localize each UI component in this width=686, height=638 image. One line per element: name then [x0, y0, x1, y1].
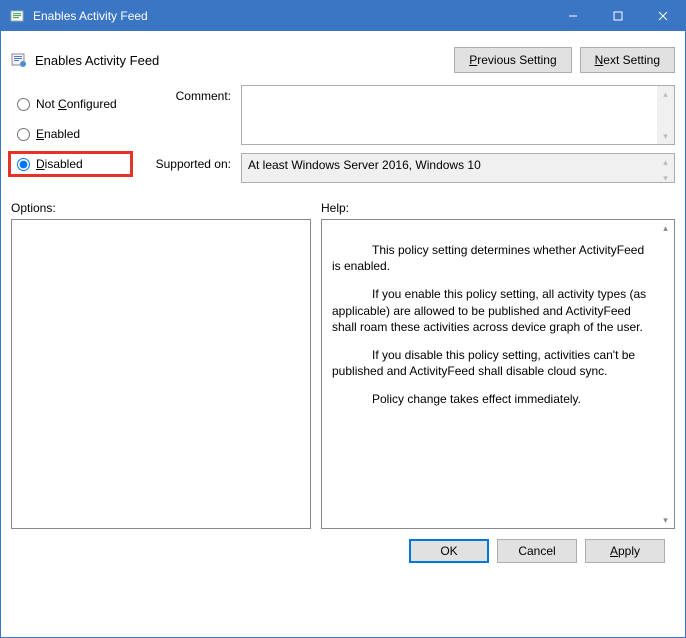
supported-on-label: Supported on: — [141, 153, 241, 183]
close-button[interactable] — [640, 1, 685, 31]
dialog-footer: OK Cancel Apply — [11, 529, 675, 573]
help-paragraph: If you disable this policy setting, acti… — [332, 347, 648, 379]
title-bar: Enables Activity Feed — [1, 1, 685, 31]
radio-not-configured-input[interactable] — [17, 98, 30, 111]
comment-field[interactable]: ▴▾ — [241, 85, 675, 145]
app-icon — [9, 8, 25, 24]
scrollbar[interactable]: ▴▾ — [657, 220, 674, 528]
options-label: Options: — [11, 201, 311, 215]
radio-not-configured[interactable]: Not Configured — [11, 91, 141, 117]
radio-not-configured-label: Not Configured — [36, 97, 117, 111]
policy-icon — [11, 52, 27, 68]
radio-disabled-input[interactable] — [17, 158, 30, 171]
comment-label: Comment: — [141, 85, 241, 145]
radio-enabled[interactable]: Enabled — [11, 121, 141, 147]
help-paragraph: Policy change takes effect immediately. — [332, 391, 648, 407]
help-paragraph: This policy setting determines whether A… — [332, 242, 648, 274]
supported-on-value: At least Windows Server 2016, Windows 10 — [242, 154, 674, 182]
options-panel — [11, 219, 311, 529]
help-label: Help: — [321, 201, 675, 215]
next-setting-button[interactable]: Next Setting — [580, 47, 675, 73]
minimize-button[interactable] — [550, 1, 595, 31]
supported-on-field: At least Windows Server 2016, Windows 10… — [241, 153, 675, 183]
radio-disabled-label: Disabled — [36, 157, 83, 171]
maximize-button[interactable] — [595, 1, 640, 31]
cancel-button[interactable]: Cancel — [497, 539, 577, 563]
radio-enabled-input[interactable] — [17, 128, 30, 141]
apply-button[interactable]: Apply — [585, 539, 665, 563]
ok-button[interactable]: OK — [409, 539, 489, 563]
help-paragraph: If you enable this policy setting, all a… — [332, 286, 648, 335]
scrollbar[interactable]: ▴▾ — [657, 86, 674, 144]
radio-enabled-label: Enabled — [36, 127, 80, 141]
help-panel: This policy setting determines whether A… — [321, 219, 675, 529]
window-title: Enables Activity Feed — [33, 9, 550, 23]
scrollbar[interactable]: ▴▾ — [657, 154, 674, 182]
comment-value — [242, 86, 674, 144]
state-radio-group: Not Configured Enabled Disabled — [11, 85, 141, 191]
radio-disabled[interactable]: Disabled — [8, 151, 133, 177]
policy-title: Enables Activity Feed — [35, 53, 446, 68]
previous-setting-button[interactable]: Previous Setting — [454, 47, 571, 73]
